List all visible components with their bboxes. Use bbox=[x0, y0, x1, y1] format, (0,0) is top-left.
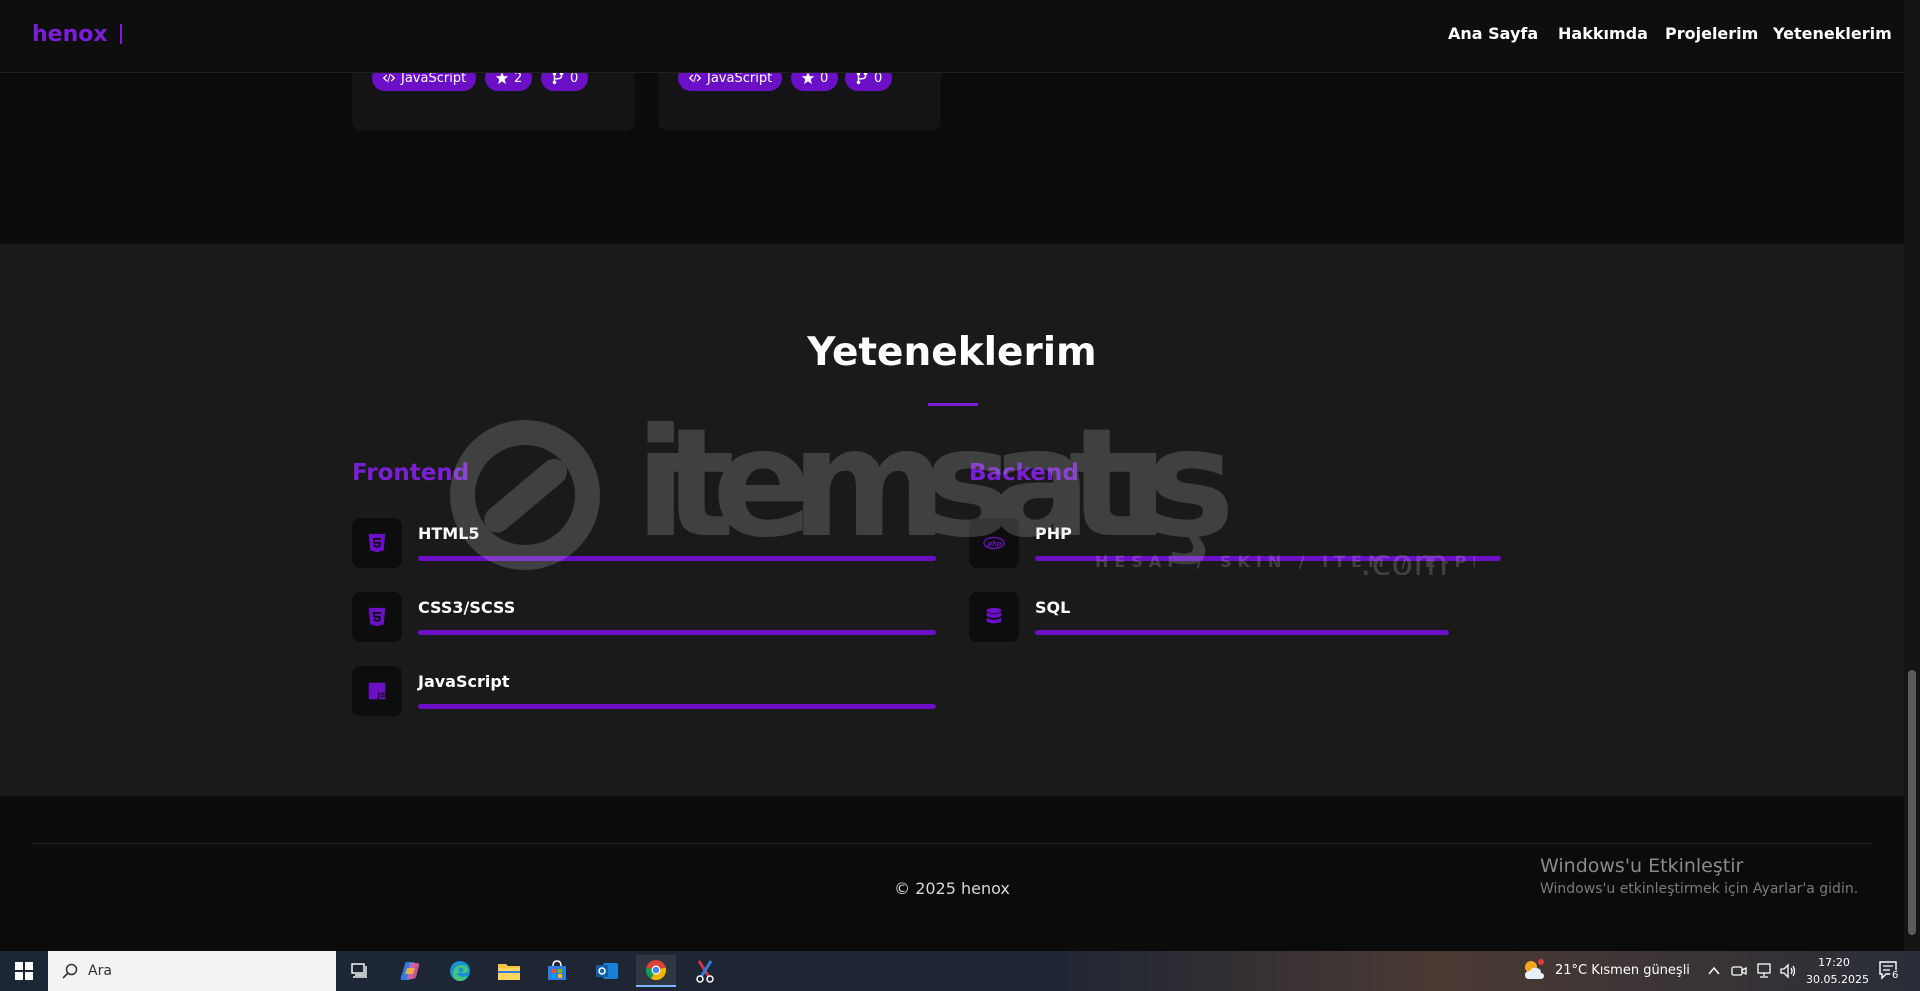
javascript-icon: JS bbox=[368, 682, 385, 699]
page: henox Ana Sayfa Hakkımda Projelerim Yete… bbox=[0, 0, 1920, 991]
weather-widget[interactable] bbox=[1523, 959, 1545, 981]
skill-name: SQL bbox=[1035, 598, 1071, 617]
page-scrollbar[interactable] bbox=[1904, 0, 1920, 951]
outlook-button[interactable] bbox=[587, 955, 627, 987]
taskbar-search[interactable]: Ara bbox=[48, 951, 336, 991]
svg-text:JS: JS bbox=[376, 690, 385, 699]
copilot-button[interactable] bbox=[390, 955, 430, 987]
backend-title: Backend bbox=[969, 460, 1079, 486]
nav-link-yeteneklerim[interactable]: Yeteneklerim bbox=[1773, 24, 1892, 43]
skill-html5: HTML5 bbox=[352, 518, 936, 568]
progress-track bbox=[1035, 556, 1553, 561]
skill-php: php PHP bbox=[969, 518, 1553, 568]
section-title: Yeteneklerim bbox=[807, 330, 1097, 375]
star-icon bbox=[801, 71, 815, 85]
nav-link-hakkimda[interactable]: Hakkımda bbox=[1558, 24, 1648, 43]
progress-fill bbox=[418, 556, 936, 561]
code-icon bbox=[382, 73, 396, 83]
scroll-thumb[interactable] bbox=[1908, 670, 1916, 935]
title-underline bbox=[928, 403, 978, 406]
notification-center-button[interactable]: 6 bbox=[1878, 960, 1902, 984]
camera-icon bbox=[1731, 966, 1747, 976]
search-placeholder: Ara bbox=[88, 963, 112, 979]
network-icon bbox=[1757, 963, 1771, 978]
brand-logo[interactable]: henox bbox=[32, 22, 108, 47]
progress-fill bbox=[1035, 556, 1502, 561]
outlook-icon bbox=[596, 963, 618, 979]
chevron-up-icon bbox=[1708, 966, 1720, 975]
projects-section: JavaScript 2 0 JavaScript 0 0 bbox=[0, 53, 1904, 244]
css3-icon bbox=[368, 607, 386, 627]
navbar: henox Ana Sayfa Hakkımda Projelerim Yete… bbox=[0, 0, 1904, 73]
windows-activation-subtitle: Windows'u etkinleştirmek için Ayarlar'a … bbox=[1540, 881, 1859, 897]
fork-icon bbox=[856, 71, 868, 85]
snipping-tool-button[interactable] bbox=[685, 955, 725, 987]
progress-track bbox=[418, 556, 936, 561]
start-button[interactable] bbox=[0, 951, 48, 991]
snipping-tool-icon bbox=[696, 960, 714, 983]
progress-fill bbox=[418, 630, 936, 635]
clock-date: 30.05.2025 bbox=[1806, 973, 1869, 986]
windows-taskbar: Ara 21°C Kısmen güneşli 17:20 30.05.2025… bbox=[0, 951, 1920, 991]
progress-fill bbox=[1035, 630, 1450, 635]
network-button[interactable] bbox=[1755, 963, 1773, 983]
speaker-icon bbox=[1780, 963, 1796, 979]
footer: © 2025 henox Windows'u Etkinleştir Windo… bbox=[0, 796, 1904, 951]
database-icon bbox=[986, 607, 1002, 624]
file-explorer-button[interactable] bbox=[489, 955, 529, 987]
windows-logo-icon bbox=[15, 962, 33, 980]
skill-css3: CSS3/SCSS bbox=[352, 592, 936, 642]
notification-count: 6 bbox=[1890, 970, 1901, 981]
footer-divider bbox=[32, 843, 1872, 844]
frontend-title: Frontend bbox=[352, 460, 470, 486]
skill-sql: SQL bbox=[969, 592, 1553, 642]
store-icon bbox=[548, 960, 566, 980]
chrome-icon bbox=[645, 960, 667, 981]
weather-partly-sunny-icon bbox=[1525, 959, 1544, 979]
progress-track bbox=[418, 704, 936, 709]
fork-icon bbox=[552, 71, 564, 85]
progress-fill bbox=[418, 704, 936, 709]
progress-track bbox=[418, 630, 936, 635]
windows-activation-title: Windows'u Etkinleştir bbox=[1540, 855, 1744, 877]
brand-cursor bbox=[120, 24, 122, 44]
edge-button[interactable] bbox=[440, 955, 480, 987]
weather-text[interactable]: 21°C Kısmen güneşli bbox=[1555, 963, 1690, 978]
chrome-button[interactable] bbox=[636, 955, 676, 987]
task-view-button[interactable] bbox=[340, 955, 380, 987]
code-icon bbox=[688, 73, 702, 83]
search-icon bbox=[62, 963, 78, 979]
copilot-icon bbox=[400, 962, 420, 980]
nav-link-ana-sayfa[interactable]: Ana Sayfa bbox=[1448, 24, 1538, 43]
edge-icon bbox=[450, 961, 470, 981]
skill-name: CSS3/SCSS bbox=[418, 598, 516, 617]
html5-icon bbox=[368, 533, 386, 553]
skill-name: JavaScript bbox=[418, 672, 510, 691]
tray-overflow-button[interactable] bbox=[1707, 963, 1721, 982]
skill-name: PHP bbox=[1035, 524, 1072, 543]
progress-track bbox=[1035, 630, 1553, 635]
folder-icon bbox=[498, 964, 520, 980]
php-icon: php bbox=[983, 536, 1005, 550]
clock[interactable]: 17:20 30.05.2025 bbox=[1806, 954, 1869, 988]
star-icon bbox=[495, 71, 509, 85]
meet-now-button[interactable] bbox=[1731, 963, 1747, 983]
skill-name: HTML5 bbox=[418, 524, 480, 543]
nav-link-projelerim[interactable]: Projelerim bbox=[1665, 24, 1758, 43]
task-view-icon bbox=[351, 963, 367, 978]
skills-section: Yeteneklerim Frontend Backend HTML5 CSS3… bbox=[0, 244, 1904, 796]
clock-time: 17:20 bbox=[1818, 956, 1850, 969]
svg-text:php: php bbox=[987, 539, 1002, 547]
skill-javascript: JS JavaScript bbox=[352, 666, 936, 716]
volume-button[interactable] bbox=[1780, 963, 1798, 983]
store-button[interactable] bbox=[537, 955, 577, 987]
